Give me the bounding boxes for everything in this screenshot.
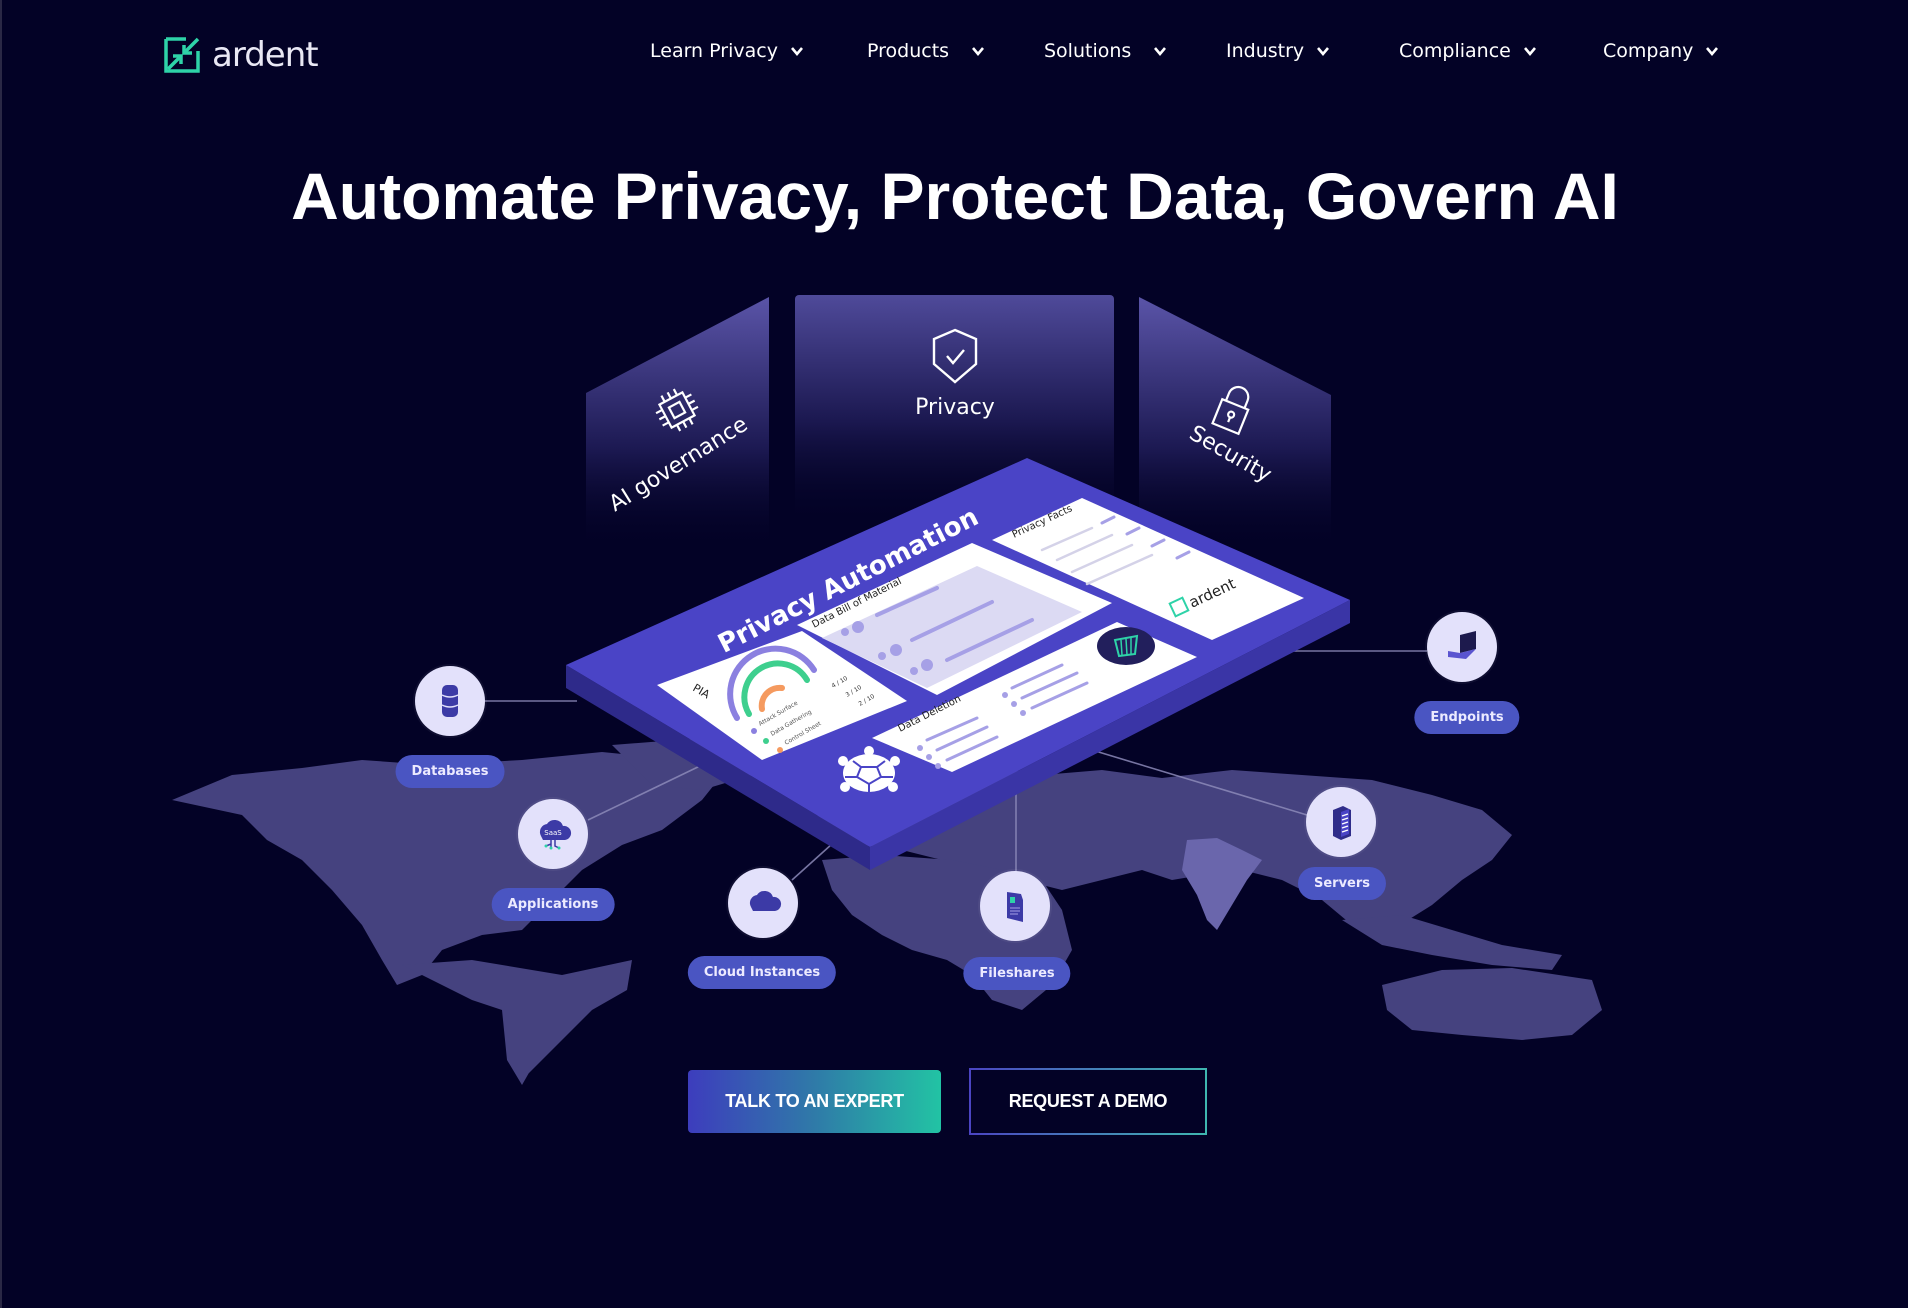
hero-title: Automate Privacy, Protect Data, Govern A…: [291, 159, 1619, 233]
card-data-deletion: Data Deletion: [872, 622, 1197, 772]
map-greenland: [612, 738, 772, 790]
chevron-down-icon: [1154, 47, 1167, 57]
node-label-endpoints: Endpoints: [1414, 701, 1520, 734]
nav-item-label: Company: [1603, 40, 1694, 62]
platform-title: Privacy Automation: [713, 502, 983, 659]
pia-title: PIA: [691, 681, 713, 701]
nav-item-label: Industry: [1226, 40, 1305, 62]
request-demo-button[interactable]: REQUEST A DEMO: [969, 1068, 1207, 1135]
nav-item-label: Solutions: [1044, 40, 1132, 62]
node-servers: [1306, 787, 1376, 857]
connector-lines: [485, 650, 1427, 881]
nav-item-solutions[interactable]: Solutions: [1044, 40, 1167, 62]
chevron-down-icon: [1706, 47, 1719, 57]
map-india: [1182, 838, 1262, 930]
cloud-icon: [749, 890, 782, 911]
node-fileshares: [980, 871, 1050, 941]
chevron-down-icon: [790, 47, 803, 57]
turtle-icon: [838, 746, 900, 792]
panel-label-security: Security: [1185, 421, 1276, 488]
nav-item-compliance[interactable]: Compliance: [1399, 40, 1537, 62]
trash-icon: [1097, 627, 1155, 665]
nav-item-industry[interactable]: Industry: [1226, 40, 1330, 62]
node-applications: SaaS: [518, 799, 588, 869]
map-eurasia: [802, 765, 1512, 930]
pia-metric-label: Data Gathering: [770, 708, 814, 737]
privacy-automation-platform: Privacy Automation PIA Attack Surface Da…: [566, 458, 1350, 870]
nav-item-label: Compliance: [1399, 40, 1511, 62]
panel-label-ai-governance: AI governance: [605, 412, 752, 517]
nav-item-company[interactable]: Company: [1603, 40, 1719, 62]
panel-ai-governance: AI governance: [586, 297, 769, 550]
saas-cloud-icon: SaaS: [539, 819, 572, 850]
node-label-servers: Servers: [1297, 867, 1387, 900]
nav-item-label: Learn Privacy: [650, 40, 778, 62]
map-se-asia: [1342, 915, 1562, 970]
card-pia: PIA Attack Surface Data Gathering Contro…: [657, 631, 907, 760]
map-australia: [1382, 968, 1602, 1040]
node-label-cloud-instances: Cloud Instances: [687, 956, 837, 989]
chevron-down-icon: [1523, 47, 1536, 57]
main-nav: Learn Privacy Products Solutions Industr…: [2, 40, 1908, 72]
nav-item-label: Products: [867, 40, 950, 62]
data-deletion-title: Data Deletion: [896, 694, 962, 735]
server-rack-icon: [1333, 806, 1351, 840]
pia-metric-label: Attack Surface: [758, 700, 800, 728]
privacy-facts-logo-icon: [1168, 596, 1190, 618]
saas-text: SaaS: [544, 829, 562, 837]
nav-item-products[interactable]: Products: [867, 40, 985, 62]
panel-label-privacy: Privacy: [915, 395, 995, 420]
panel-security: Security: [1139, 297, 1331, 550]
chevron-down-icon: [1317, 47, 1330, 57]
privacy-facts-logo: ardent: [1186, 574, 1238, 611]
panel-privacy: Privacy: [795, 295, 1114, 525]
pia-metric-label: Control Sheet: [784, 720, 824, 747]
node-cloud-instances: [728, 868, 798, 938]
dbom-title: Data Bill of Material: [810, 576, 903, 631]
talk-to-expert-button[interactable]: TALK TO AN EXPERT: [688, 1070, 941, 1133]
document-icon: [1007, 892, 1023, 922]
privacy-facts-title: Privacy Facts: [1011, 503, 1075, 540]
node-databases: [415, 666, 485, 736]
database-icon: [441, 685, 459, 717]
chip-icon: [655, 388, 699, 432]
nav-item-learn-privacy[interactable]: Learn Privacy: [650, 40, 804, 62]
map-south-america: [402, 960, 632, 1085]
chevron-down-icon: [972, 47, 985, 57]
pia-metric-score: 4 / 10: [831, 675, 850, 690]
node-label-fileshares: Fileshares: [963, 957, 1071, 990]
pia-metric-score: 2 / 10: [858, 693, 877, 708]
padlock-icon: [1211, 385, 1250, 436]
node-label-applications: Applications: [491, 888, 615, 921]
shield-check-icon: [932, 328, 978, 384]
world-map: [172, 738, 1602, 1085]
card-data-bill-of-material: Data Bill of Material: [797, 543, 1112, 695]
card-privacy-facts: Privacy Facts ardent: [992, 498, 1304, 640]
pia-metric-score: 3 / 10: [845, 684, 864, 699]
laptop-icon: [1448, 631, 1476, 659]
node-endpoints: [1427, 612, 1497, 682]
node-label-databases: Databases: [395, 755, 505, 788]
